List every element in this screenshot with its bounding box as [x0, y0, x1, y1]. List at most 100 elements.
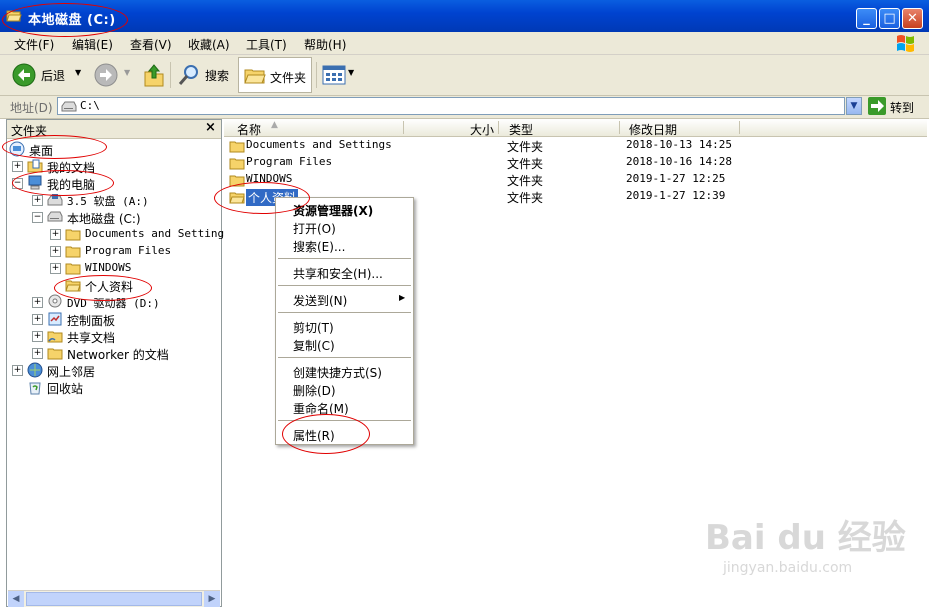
scroll-right-icon[interactable]: ▶	[204, 591, 220, 607]
menu-separator	[278, 285, 411, 286]
column-modified[interactable]: 修改日期	[629, 121, 677, 138]
column-size[interactable]: 大小	[470, 121, 494, 138]
horizontal-scrollbar[interactable]: ◀ ▶	[8, 590, 220, 607]
maximize-button[interactable]: □	[879, 8, 900, 29]
expand-icon[interactable]: +	[50, 246, 61, 257]
expand-icon[interactable]: +	[32, 314, 43, 325]
menu-bar: 文件(F) 编辑(E) 查看(V) 收藏(A) 工具(T) 帮助(H)	[0, 32, 929, 55]
file-type: 文件夹	[507, 157, 544, 171]
menu-edit[interactable]: 编辑(E)	[72, 36, 113, 53]
tree-label: 回收站	[47, 382, 84, 396]
menu-separator	[278, 312, 411, 313]
menu-view[interactable]: 查看(V)	[130, 36, 172, 53]
menu-item-open[interactable]: 打开(O)	[293, 220, 336, 237]
expand-icon[interactable]: +	[32, 195, 43, 206]
go-arrow-icon	[868, 97, 886, 115]
search-label: 搜索	[205, 69, 230, 83]
folders-button[interactable]: 文件夹	[238, 57, 312, 93]
file-type: 文件夹	[507, 140, 544, 154]
menu-item-search[interactable]: 搜索(E)...	[293, 238, 345, 255]
menu-item-send-to[interactable]: 发送到(N)	[293, 292, 347, 309]
menu-file[interactable]: 文件(F)	[14, 36, 54, 53]
back-dropdown-icon[interactable]: ▼	[75, 68, 81, 77]
forward-button[interactable]: ▼	[94, 63, 132, 87]
views-button[interactable]: ▼	[322, 63, 358, 87]
expand-icon[interactable]: +	[32, 331, 43, 342]
menu-item-sharing-security[interactable]: 共享和安全(H)...	[293, 265, 383, 282]
column-separator[interactable]	[403, 121, 404, 134]
folder-icon	[65, 246, 81, 258]
control-panel-icon	[48, 312, 62, 326]
folder-icon	[47, 348, 63, 360]
forward-arrow-icon	[94, 63, 118, 87]
tree-label: Networker 的文档	[67, 348, 169, 362]
address-input[interactable]: C:\	[57, 97, 845, 115]
expand-icon[interactable]: +	[12, 161, 23, 172]
column-type[interactable]: 类型	[509, 121, 533, 138]
up-folder-icon[interactable]	[143, 63, 165, 87]
recycle-bin-icon	[29, 382, 41, 395]
file-row-windows[interactable]: WINDOWS 文件夹 2019-1-27 12:25	[224, 171, 927, 188]
folder-icon	[65, 263, 81, 275]
forward-dropdown-icon[interactable]: ▼	[124, 68, 130, 77]
file-row-program-files[interactable]: Program Files 文件夹 2018-10-16 14:28	[224, 154, 927, 171]
menu-separator	[278, 258, 411, 259]
menu-item-delete[interactable]: 删除(D)	[293, 382, 336, 399]
menu-item-cut[interactable]: 剪切(T)	[293, 319, 334, 336]
drive-icon	[61, 101, 77, 112]
title-bar[interactable]: 本地磁盘 (C:) _ □ ✕	[0, 0, 929, 32]
menu-tools[interactable]: 工具(T)	[246, 36, 287, 53]
expand-icon[interactable]: +	[32, 348, 43, 359]
address-label: 地址(D)	[10, 101, 53, 115]
network-places-icon	[27, 362, 43, 378]
folder-pane-close-button[interactable]: ×	[205, 120, 216, 135]
go-label: 转到	[890, 101, 915, 115]
menu-item-create-shortcut[interactable]: 创建快捷方式(S)	[293, 364, 382, 381]
toolbar-separator	[170, 62, 171, 88]
expand-icon[interactable]: +	[12, 365, 23, 376]
search-button[interactable]: 搜索	[177, 63, 233, 87]
annotation-ellipse	[282, 414, 370, 454]
expand-icon[interactable]: +	[32, 297, 43, 308]
watermark-sub: jingyan.baidu.com	[723, 560, 853, 576]
column-header: 名称 ▲ 大小 类型 修改日期	[224, 119, 927, 137]
menu-help[interactable]: 帮助(H)	[304, 36, 346, 53]
column-name[interactable]: 名称	[237, 121, 261, 138]
go-button[interactable]: 转到	[866, 97, 924, 115]
folder-icon	[229, 158, 245, 170]
file-date: 2018-10-16 14:28	[626, 155, 732, 168]
file-date: 2019-1-27 12:25	[626, 172, 726, 185]
toolbar: 后退 ▼ ▼ 搜索 文件夹 ▼	[0, 55, 929, 96]
file-name: Program Files	[246, 155, 333, 168]
watermark-main: Bai du 经验	[705, 518, 906, 558]
column-separator[interactable]	[619, 121, 620, 134]
column-separator[interactable]	[498, 121, 499, 134]
folder-icon	[229, 141, 245, 153]
scroll-left-icon[interactable]: ◀	[8, 591, 24, 607]
toolbar-separator	[316, 62, 317, 88]
views-dropdown-icon: ▼	[348, 68, 355, 77]
close-button[interactable]: ✕	[902, 8, 923, 29]
collapse-icon[interactable]: −	[32, 212, 43, 223]
column-separator[interactable]	[739, 121, 740, 134]
folder-icon	[65, 229, 81, 241]
address-dropdown-button[interactable]: ▼	[846, 97, 862, 115]
file-name: Documents and Settings	[246, 138, 392, 151]
minimize-button[interactable]: _	[856, 8, 877, 29]
folders-icon	[244, 69, 266, 84]
expand-icon[interactable]: +	[50, 263, 61, 274]
tree-label: 网上邻居	[47, 365, 96, 379]
back-button[interactable]: 后退 ▼	[12, 63, 82, 87]
file-date: 2018-10-13 14:25	[626, 138, 732, 151]
back-arrow-icon	[12, 63, 36, 87]
tree-label: 共享文档	[67, 331, 116, 345]
expand-icon[interactable]: +	[50, 229, 61, 240]
menu-item-copy[interactable]: 复制(C)	[293, 337, 335, 354]
file-row-documents-and-settings[interactable]: Documents and Settings 文件夹 2018-10-13 14…	[224, 137, 927, 154]
menu-favorites[interactable]: 收藏(A)	[188, 36, 230, 53]
scroll-thumb[interactable]	[26, 592, 202, 606]
folders-label: 文件夹	[270, 71, 307, 85]
sort-ascending-icon: ▲	[271, 120, 278, 130]
windows-logo-icon	[897, 35, 914, 52]
hard-drive-icon	[47, 211, 63, 222]
